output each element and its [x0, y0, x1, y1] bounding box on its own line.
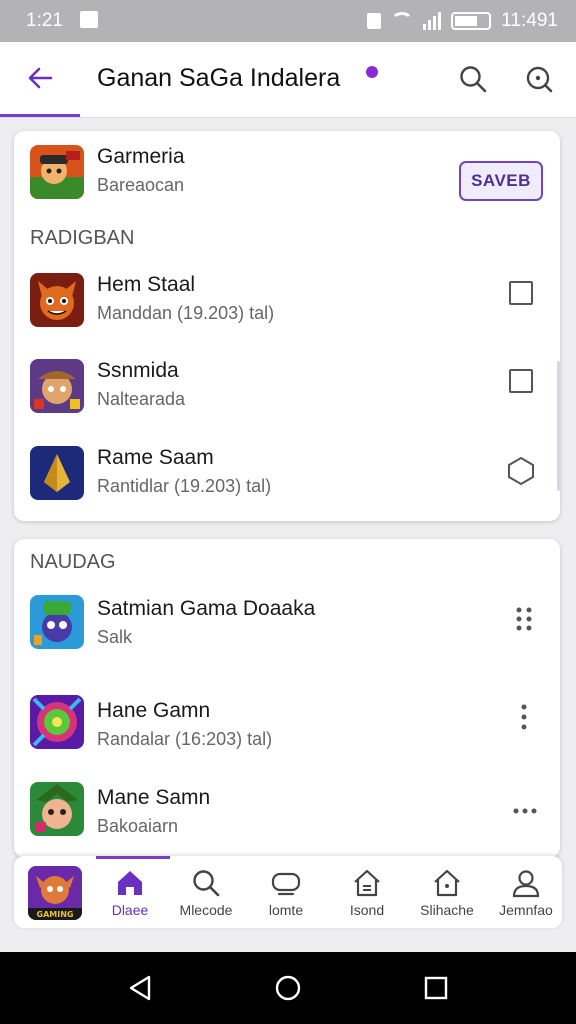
- game-title: Garmeria: [97, 145, 185, 168]
- search-button[interactable]: [454, 60, 492, 98]
- nav-label: Mlecode: [179, 902, 233, 918]
- game-row[interactable]: Mane Samn Bakoaiarn: [14, 780, 560, 850]
- game-thumbnail: [30, 446, 84, 500]
- nav-label: lomte: [268, 902, 304, 918]
- game-subtitle: Manddan (19.203) tal): [97, 303, 275, 323]
- back-underline: [0, 114, 80, 117]
- game-subtitle: Randalar (16:203) tal): [97, 729, 273, 749]
- select-checkbox[interactable]: [509, 369, 533, 393]
- game-subtitle: Naltearada: [97, 389, 186, 409]
- nav-label: Dlaee: [111, 902, 149, 918]
- drag-handle-icon[interactable]: [512, 605, 536, 633]
- app-bar: Ganan SaGa Indalera: [0, 42, 576, 118]
- game-row[interactable]: Ssnmida Naltearada: [14, 353, 560, 423]
- lock-icon: [367, 13, 382, 29]
- nav-item-home[interactable]: Dlaee: [90, 864, 170, 924]
- game-subtitle: Rantidlar (19.203) tal): [97, 476, 272, 496]
- game-thumbnail: [30, 359, 84, 413]
- triangle-back-icon: [129, 975, 151, 1001]
- game-thumbnail: [30, 595, 84, 649]
- scroll-indicator: [557, 361, 560, 491]
- hexagon-icon[interactable]: [506, 456, 536, 486]
- nav-label: Slihache: [420, 902, 474, 918]
- game-row[interactable]: Rame Saam Rantidlar (19.203) tal): [14, 440, 560, 510]
- nav-label: Isond: [349, 902, 385, 918]
- game-thumbnail: [30, 695, 84, 749]
- game-title: Mane Samn: [97, 786, 211, 809]
- more-horizontal-icon[interactable]: [512, 806, 538, 816]
- status-right-text: 11:491: [501, 10, 558, 31]
- lens-button[interactable]: [520, 60, 558, 98]
- system-home-button[interactable]: [270, 970, 306, 1006]
- square-recents-icon: [424, 976, 448, 1000]
- game-row[interactable]: Hem Staal Manddan (19.203) tal): [14, 267, 560, 337]
- game-thumbnail: [30, 782, 84, 836]
- nav-item-profile[interactable]: Jemnfao: [486, 864, 566, 924]
- nav-item-archive[interactable]: Slihache: [407, 864, 487, 924]
- section-heading: RADIGBAN: [30, 227, 135, 249]
- game-title: Rame Saam: [97, 446, 214, 469]
- search-icon: [193, 870, 220, 897]
- wifi-icon: [391, 12, 414, 30]
- system-recents-button[interactable]: [418, 970, 454, 1006]
- house-icon: [354, 869, 380, 897]
- more-vertical-icon[interactable]: [512, 703, 536, 731]
- nav-item-search[interactable]: Mlecode: [166, 864, 246, 924]
- game-title: Hem Staal: [97, 273, 196, 296]
- game-title: Ssnmida: [97, 359, 179, 382]
- nav-item-games[interactable]: lomte: [246, 864, 326, 924]
- game-row[interactable]: Hane Gamn Randalar (16:203) tal): [14, 693, 560, 763]
- saved-games-card: Garmeria Bareaocan SAVEB RADIGBAN Hem St…: [14, 131, 560, 521]
- game-title: Hane Gamn: [97, 699, 211, 722]
- game-thumbnail: [30, 273, 84, 327]
- nav-active-indicator: [96, 856, 170, 859]
- battery-icon: [451, 12, 492, 30]
- system-navigation-bar: [0, 952, 576, 1024]
- games-list-card: NAUDAG Satmian Gama Doaaka Salk Hane Gam…: [14, 539, 560, 857]
- controller-icon: [271, 872, 301, 896]
- select-checkbox[interactable]: [509, 281, 533, 305]
- status-time: 1:21: [26, 10, 63, 31]
- thumb-label: GAMING: [37, 910, 74, 919]
- system-back-button[interactable]: [122, 970, 158, 1006]
- search-icon: [460, 66, 487, 93]
- notification-dot: [366, 66, 378, 78]
- game-row[interactable]: Satmian Gama Doaaka Salk: [14, 591, 560, 661]
- bottom-navigation: GAMING Dlaee Mlecode lomte Isond Slihach…: [14, 856, 562, 928]
- home-icon: [118, 871, 142, 895]
- back-button[interactable]: [20, 58, 60, 98]
- game-title: Satmian Gama Doaaka: [97, 597, 316, 620]
- back-arrow-icon: [28, 67, 53, 89]
- image-notification-icon: [80, 11, 98, 28]
- status-bar: 1:21 11:491: [0, 0, 576, 42]
- nav-label: Jemnfao: [499, 902, 553, 918]
- signal-icon: [423, 12, 442, 30]
- game-subtitle: Salk: [97, 627, 133, 647]
- person-icon: [512, 870, 540, 898]
- game-subtitle: Bareaocan: [97, 175, 185, 195]
- circle-home-icon: [275, 975, 301, 1001]
- game-thumbnail: [30, 145, 84, 199]
- game-subtitle: Bakoaiarn: [97, 816, 179, 836]
- lens-search-icon: [526, 66, 553, 93]
- save-button[interactable]: SAVEB: [459, 161, 543, 201]
- nav-item-library[interactable]: Isond: [327, 864, 407, 924]
- section-heading: NAUDAG: [30, 551, 116, 573]
- page-title: Ganan SaGa Indalera: [97, 64, 341, 92]
- profile-game-thumbnail[interactable]: GAMING: [28, 866, 82, 920]
- home-outline-icon: [434, 869, 460, 897]
- status-icons: 11:491: [367, 10, 558, 32]
- featured-game-row[interactable]: Garmeria Bareaocan SAVEB: [14, 139, 560, 209]
